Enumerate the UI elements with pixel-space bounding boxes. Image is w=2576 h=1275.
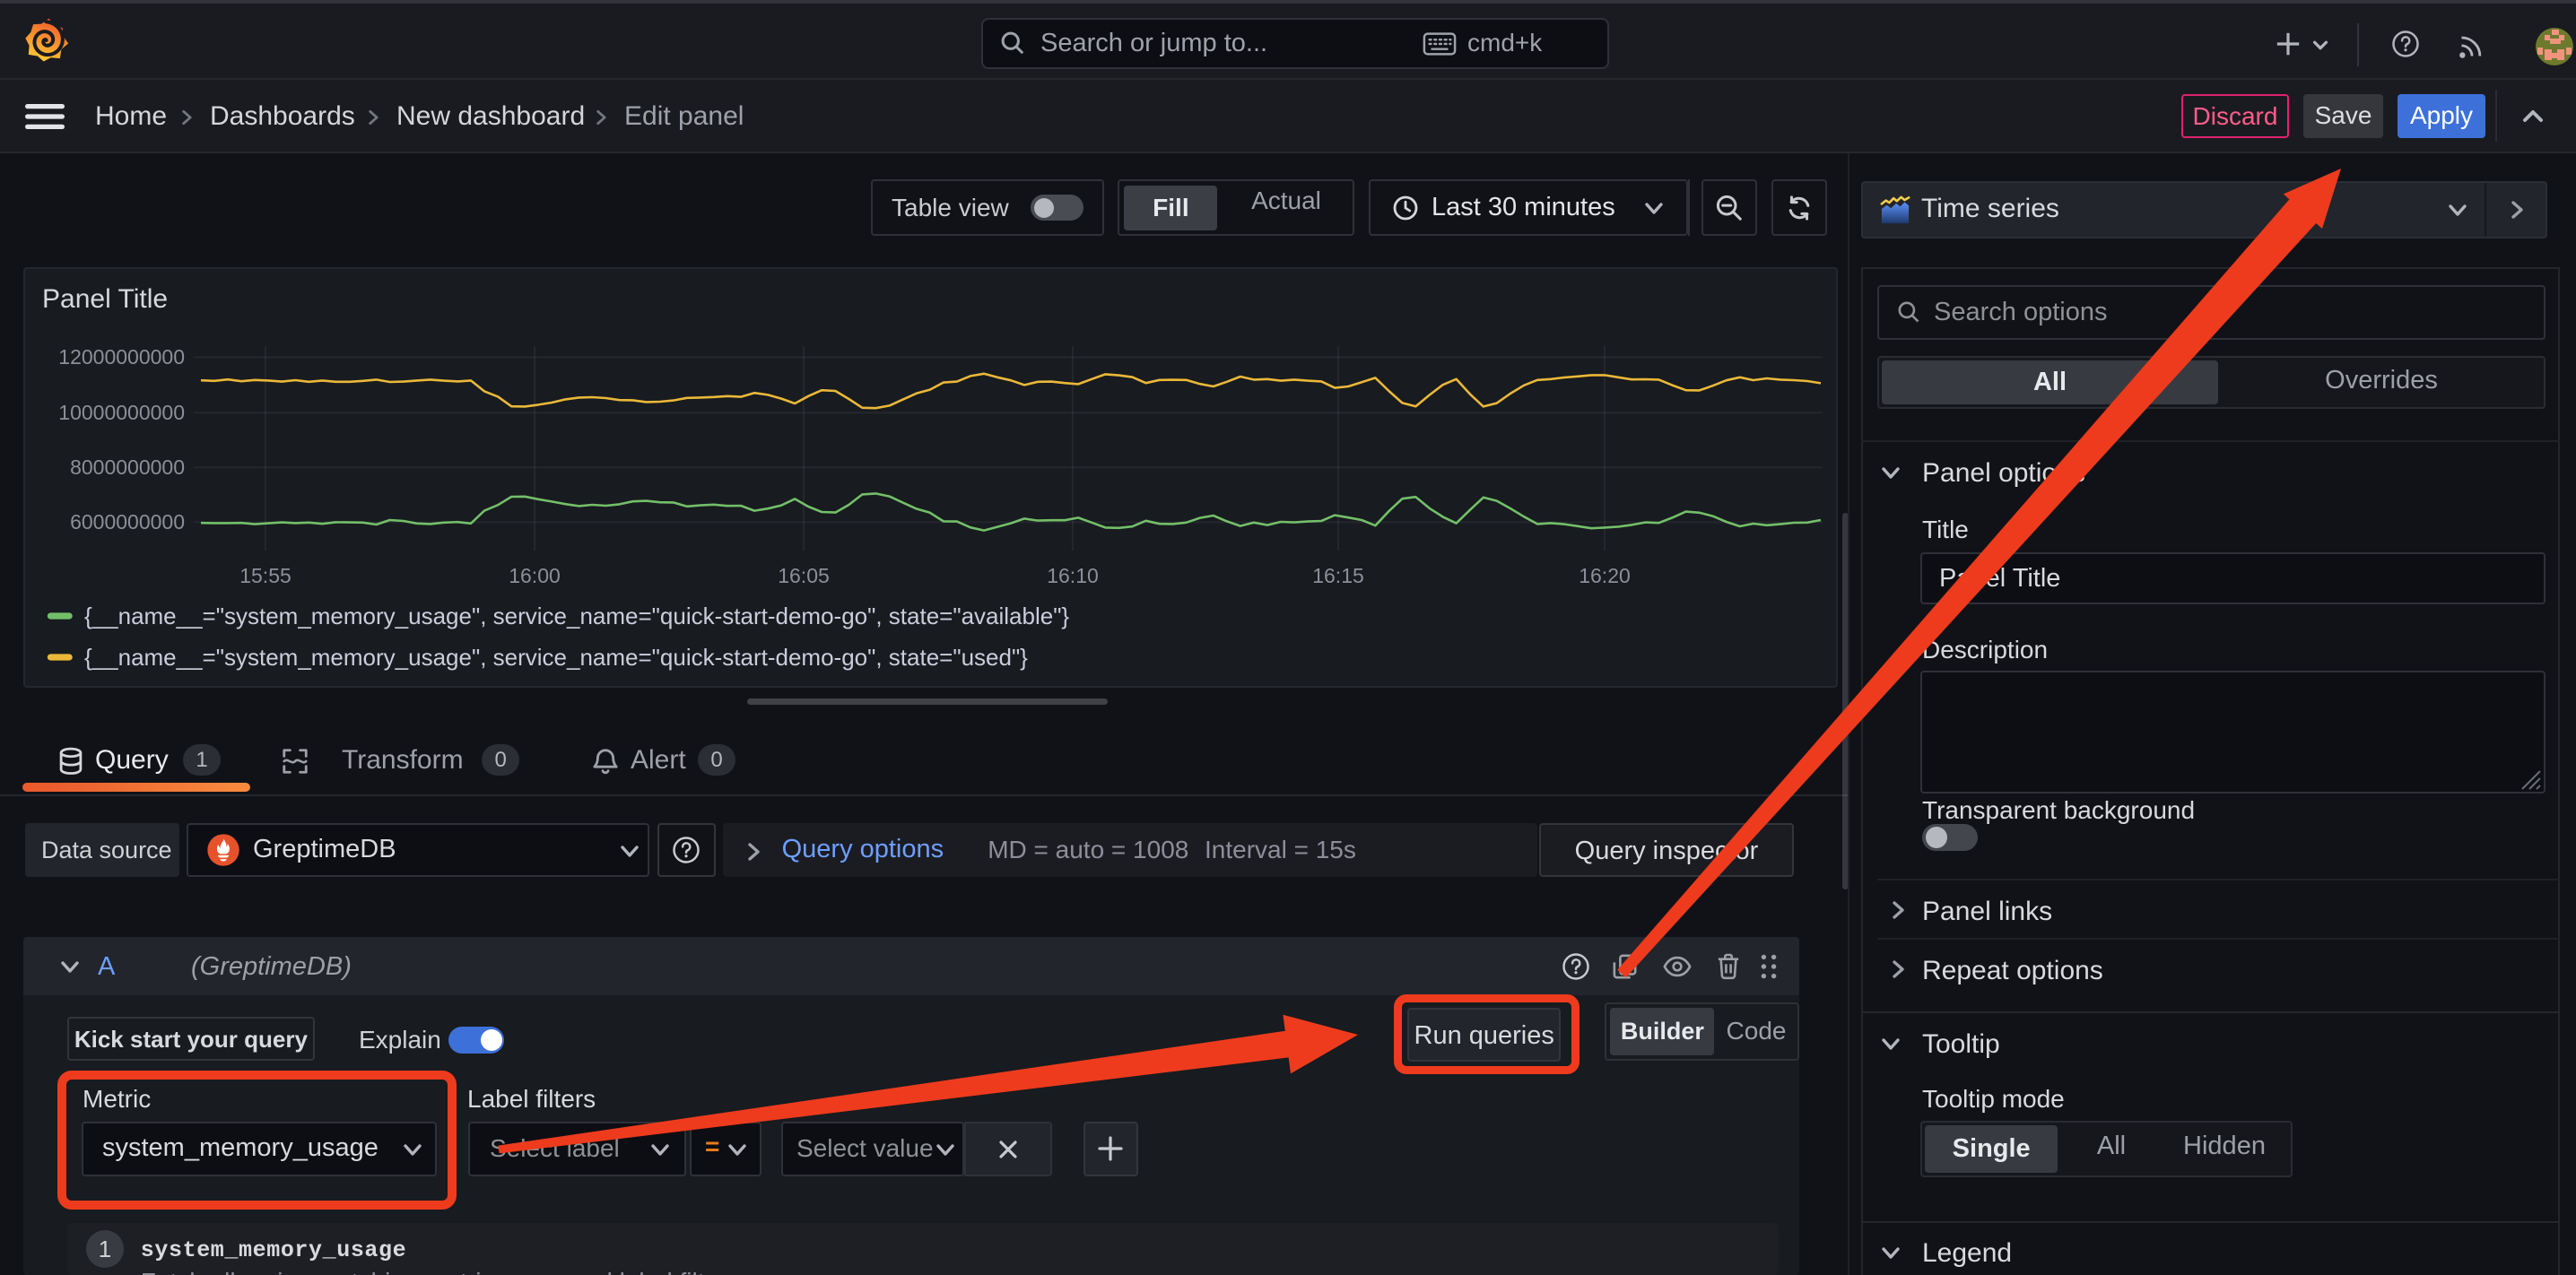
svg-text:{__name__="system_memory_usage: {__name__="system_memory_usage", service…	[84, 603, 1069, 629]
svg-text:8000000000: 8000000000	[70, 455, 185, 479]
svg-text:12000000000: 12000000000	[58, 345, 185, 369]
svg-text:15:55: 15:55	[239, 564, 292, 587]
svg-text:16:20: 16:20	[1579, 564, 1631, 587]
svg-text:16:00: 16:00	[509, 564, 561, 587]
svg-text:16:15: 16:15	[1312, 564, 1364, 587]
svg-text:16:10: 16:10	[1047, 564, 1099, 587]
svg-text:16:05: 16:05	[778, 564, 830, 587]
svg-text:10000000000: 10000000000	[58, 401, 185, 424]
svg-text:{__name__="system_memory_usage: {__name__="system_memory_usage", service…	[84, 644, 1028, 671]
svg-text:6000000000: 6000000000	[70, 510, 185, 533]
